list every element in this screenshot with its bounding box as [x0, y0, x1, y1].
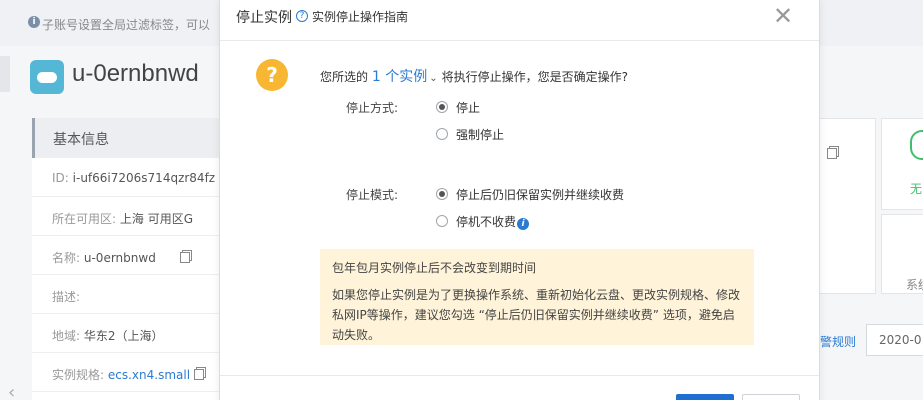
- help-icon[interactable]: ?: [296, 10, 308, 22]
- instance-title: u-0ernbnwd: [72, 60, 199, 87]
- row-value: i-uf66i7206s714qzr84fz: [72, 171, 216, 185]
- info-row-spec: 实例规格: ecs.xn4.small: [32, 353, 222, 392]
- row-label: 描述:: [52, 290, 81, 304]
- row-label: 所在可用区:: [52, 212, 117, 226]
- confirm-question: 您所选的 1 个实例 ⌄ 将执行停止操作，您是否确定操作?: [320, 66, 628, 86]
- close-icon[interactable]: ✕: [773, 4, 793, 28]
- tip-body: 如果您停止实例是为了更换操作系统、重新初始化云盘、更改实例规格、修改私网IP等操…: [332, 288, 741, 342]
- warning-question-icon: ?: [256, 59, 288, 91]
- option-force-stop[interactable]: 强制停止: [456, 126, 504, 143]
- option-keep-charging[interactable]: 停止后仍旧保留实例并继续收费: [456, 186, 624, 203]
- row-label: ID:: [52, 171, 69, 185]
- radio-keep-charging[interactable]: [436, 188, 448, 200]
- row-label: 实例规格:: [52, 368, 105, 382]
- stop-mode-label: 停止模式:: [346, 188, 399, 202]
- info-row-zone: 所在可用区: 上海 可用区G: [32, 197, 222, 236]
- option-no-charge[interactable]: 停机不收费: [456, 215, 516, 229]
- alarm-rule-link[interactable]: 警规则: [820, 333, 856, 350]
- billing-tip: 包年包月实例停止后不会改变到期时间 如果您停止实例是为了更换操作系统、重新初始化…: [320, 249, 754, 345]
- radio-no-charge[interactable]: [436, 215, 448, 227]
- info-icon: i: [28, 16, 40, 28]
- tip-title: 包年包月实例停止后不会改变到期时间: [332, 261, 537, 275]
- notice-text: 子账号设置全局过滤标签，可以: [42, 18, 211, 32]
- basic-info-panel: 基本信息 ID: i-uf66i7206s714qzr84fz 所在可用区: 上…: [32, 118, 230, 400]
- confirm-button[interactable]: [676, 394, 734, 400]
- instance-count-dropdown[interactable]: 1 个实例: [372, 69, 427, 85]
- dialog-title: 停止实例: [236, 10, 292, 26]
- system-label: 系统: [906, 278, 923, 292]
- copy-icon[interactable]: [827, 148, 837, 159]
- cancel-button[interactable]: [742, 394, 800, 400]
- info-row-description: 描述:: [32, 275, 222, 314]
- row-value: 上海 可用区G: [119, 212, 193, 226]
- radio-force-stop[interactable]: [436, 128, 448, 140]
- spec-link[interactable]: ecs.xn4.small: [108, 368, 190, 382]
- option-stop[interactable]: 停止: [456, 99, 480, 116]
- stop-instance-dialog: 停止实例 ? 实例停止操作指南 ✕ ? 您所选的 1 个实例 ⌄ 将执行停止操作，您…: [219, 0, 820, 400]
- info-row-id: ID: i-uf66i7206s714qzr84fz: [32, 158, 230, 197]
- question-prefix: 您所选的: [320, 70, 369, 84]
- stop-guide-link[interactable]: 实例停止操作指南: [312, 8, 408, 25]
- health-status-icon: [910, 130, 923, 160]
- left-nav-stub: [0, 56, 10, 92]
- question-suffix: 将执行停止操作，您是否确定操作?: [441, 70, 628, 84]
- stop-method-label: 停止方式:: [346, 101, 399, 115]
- info-row-region: 地域: 华东2（上海）: [32, 314, 222, 353]
- info-row-name: 名称: u-0ernbnwd: [32, 236, 222, 275]
- option-no-charge-wrap[interactable]: 停机不收费 i: [456, 213, 530, 230]
- row-label: 名称:: [52, 251, 81, 265]
- row-label: 地域:: [52, 329, 81, 343]
- row-value: 华东2（上海）: [83, 329, 164, 343]
- cloud-instance-icon: [30, 60, 64, 94]
- radio-stop[interactable]: [436, 101, 448, 113]
- date-picker[interactable]: 2020-0: [866, 324, 923, 356]
- info-icon[interactable]: i: [517, 218, 530, 230]
- dialog-header: 停止实例 ? 实例停止操作指南 ✕: [220, 0, 819, 41]
- row-value: u-0ernbnwd: [83, 251, 156, 265]
- status-text: 无: [910, 182, 923, 196]
- panel-title: 基本信息: [32, 118, 222, 158]
- chevron-left-icon[interactable]: ‹: [8, 382, 15, 400]
- dialog-footer: [220, 375, 819, 400]
- copy-icon[interactable]: [179, 252, 190, 263]
- chevron-down-icon[interactable]: ⌄: [429, 73, 437, 84]
- copy-icon[interactable]: [194, 369, 205, 380]
